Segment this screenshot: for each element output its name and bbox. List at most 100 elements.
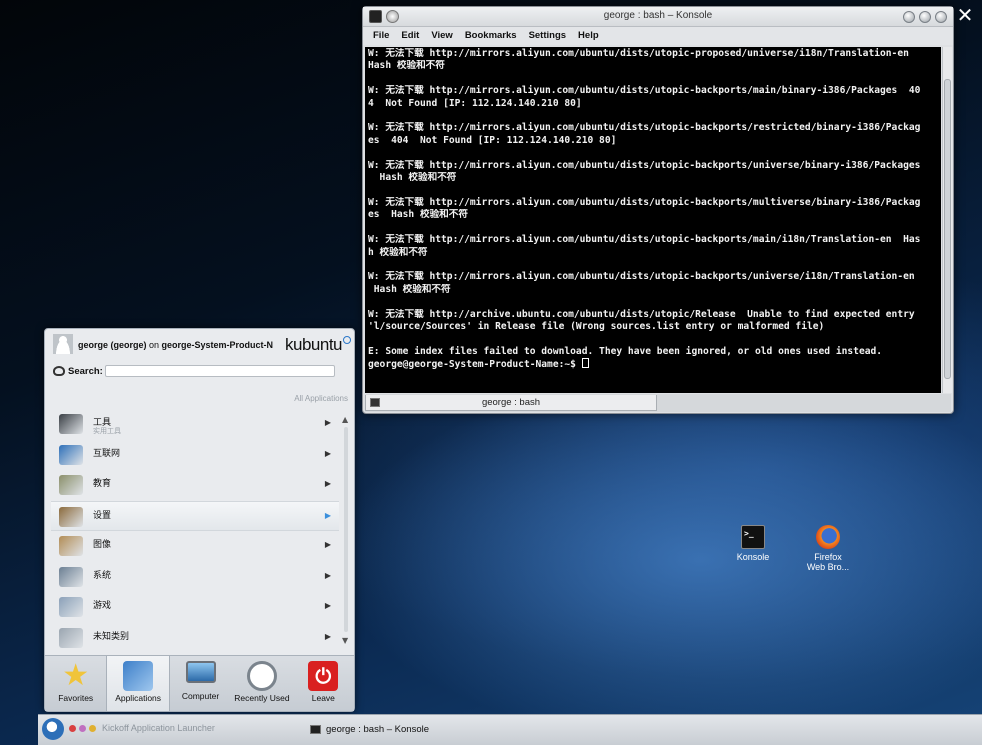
scroll-down-icon[interactable]: ▼ — [342, 636, 348, 645]
tab-favorites[interactable]: ★ Favorites — [45, 656, 106, 711]
unknown-category-icon — [59, 627, 83, 648]
menu-file[interactable]: File — [367, 27, 395, 45]
terminal-scrollbar[interactable] — [942, 47, 952, 393]
category-item[interactable]: 游戏 ▶ — [51, 592, 339, 623]
education-icon — [59, 475, 83, 495]
category-item[interactable]: 设置 ▶ — [51, 500, 339, 531]
recent-clock-icon — [246, 661, 277, 691]
chevron-right-icon: ▶ — [324, 418, 331, 427]
chevron-right-icon: ▶ — [324, 479, 331, 488]
user-name: george (george) — [78, 340, 147, 350]
kubuntu-emblem-icon — [343, 336, 351, 344]
system-icon — [59, 566, 83, 587]
terminal-line: W: 无法下载 http://mirrors.aliyun.com/ubuntu… — [368, 271, 915, 283]
category-label: 设置 — [93, 509, 112, 520]
desktop-konsole-label: Konsole — [736, 552, 770, 562]
star-icon: ★ — [62, 659, 90, 692]
category-item[interactable]: 互联网 ▶ — [51, 440, 339, 471]
taskbar-tooltip-text: Kickoff Application Launcher — [102, 723, 215, 733]
desktop-firefox-label-2: Web Bro... — [806, 562, 850, 572]
kickoff-menu-icon[interactable] — [42, 718, 64, 740]
terminal-icon: >_ — [741, 525, 765, 549]
tab-recently-used-label: Recently Used — [234, 693, 290, 703]
category-label: 未知类别 — [93, 630, 130, 641]
desktop-pager-dot[interactable] — [89, 725, 96, 732]
terminal-line: W: 无法下载 http://mirrors.aliyun.com/ubuntu… — [368, 196, 921, 208]
tab-applications[interactable]: Applications — [106, 656, 170, 711]
terminal-line: W: 无法下载 http://mirrors.aliyun.com/ubuntu… — [368, 159, 921, 171]
terminal-line: h 校验和不符 — [368, 246, 428, 258]
category-item[interactable]: 未知类别 ▶ — [51, 623, 339, 654]
category-item[interactable]: 系统 ▶ — [51, 562, 339, 593]
terminal-line: W: 无法下载 http://mirrors.aliyun.com/ubuntu… — [368, 122, 921, 134]
help-icon[interactable] — [903, 11, 915, 23]
desktop-firefox[interactable]: Firefox Web Bro... — [793, 525, 863, 572]
category-item[interactable]: 图像 ▶ — [51, 531, 339, 562]
terminal-cursor — [581, 358, 589, 369]
taskbar: Kickoff Application Launcher george : ba… — [38, 714, 982, 745]
task-konsole-label: george : bash – Konsole — [326, 724, 429, 735]
kickoff-launcher: george (george) on george-System-Product… — [44, 328, 355, 712]
utilities-icon — [59, 414, 83, 434]
menu-help[interactable]: Help — [572, 27, 605, 45]
category-sublabel: 实用工具 — [93, 428, 121, 435]
list-header: All Applications — [294, 394, 348, 403]
konsole-tabbar: george : bash — [365, 394, 951, 412]
desktop-pager[interactable] — [69, 725, 96, 732]
menu-view[interactable]: View — [425, 27, 458, 45]
launcher-header: george (george) on george-System-Product… — [45, 329, 354, 359]
tab-recently-used[interactable]: Recently Used — [231, 656, 292, 711]
host-name: george-System-Product-N — [161, 340, 274, 350]
menu-settings[interactable]: Settings — [523, 27, 572, 45]
application-category-list: 工具 实用工具 ▶ 互联网 ▶ 教育 ▶ 设置 ▶ 图像 ▶ 系统 ▶ 游戏 ▶ 未知类别 ▶ — [51, 409, 339, 653]
tab-computer-label: Computer — [181, 691, 220, 701]
internet-globe-icon — [59, 444, 83, 465]
terminal-output[interactable]: W: 无法下载 http://mirrors.aliyun.com/ubuntu… — [365, 47, 941, 393]
terminal-line: es 404 Not Found [IP: 112.124.140.210 80… — [368, 134, 617, 146]
desktop-konsole[interactable]: >_ Konsole — [718, 525, 788, 562]
desktop-pager-dot[interactable] — [69, 725, 76, 732]
terminal-line: 'l/source/Sources' in Release file (Wron… — [368, 320, 825, 332]
konsole-window: george : bash – Konsole File Edit View B… — [362, 6, 954, 414]
terminal-line: W: 无法下载 http://mirrors.aliyun.com/ubuntu… — [368, 234, 921, 246]
search-input[interactable] — [105, 365, 335, 377]
terminal-tab-icon — [370, 398, 380, 407]
menu-edit[interactable]: Edit — [395, 27, 425, 45]
konsole-titlebar[interactable]: george : bash – Konsole — [363, 7, 953, 27]
category-item[interactable]: 教育 ▶ — [51, 470, 339, 501]
chevron-right-icon: ▶ — [324, 448, 331, 458]
desktop-pager-dot[interactable] — [79, 725, 86, 732]
category-item[interactable]: 工具 实用工具 ▶ — [51, 409, 339, 440]
chevron-right-icon: ▶ — [324, 540, 331, 549]
search-label: Search: — [68, 366, 103, 377]
menu-bookmarks[interactable]: Bookmarks — [459, 27, 523, 45]
tab-favorites-label: Favorites — [58, 693, 94, 703]
tab-computer[interactable]: Computer — [170, 656, 231, 711]
minimize-icon[interactable] — [919, 11, 931, 23]
leave-power-icon: ⏻ — [308, 661, 339, 691]
menubar: File Edit View Bookmarks Settings Help — [363, 27, 953, 45]
scroll-up-icon[interactable]: ▲ — [342, 415, 348, 424]
launcher-tabs: ★ Favorites Applications Computer Recent… — [45, 655, 354, 711]
task-konsole[interactable]: george : bash – Konsole — [308, 719, 439, 741]
desktop-firefox-label-1: Firefox — [814, 552, 842, 562]
terminal-line: Hash 校验和不符 — [368, 283, 451, 295]
close-icon[interactable]: ✕ — [954, 4, 976, 26]
terminal-line: Hash 校验和不符 — [368, 60, 445, 72]
tab-george-bash[interactable]: george : bash — [365, 395, 657, 411]
search-row: Search: — [53, 364, 347, 380]
launcher-scrollbar[interactable]: ▲ ▼ — [342, 415, 350, 645]
terminal-line: george@george-System-Product-Name:~$ — [368, 358, 938, 371]
terminal-line: Hash 校验和不符 — [368, 172, 457, 184]
close-window-icon[interactable] — [935, 11, 947, 23]
tab-leave[interactable]: ⏻ Leave — [293, 656, 354, 711]
category-label: 互联网 — [93, 447, 121, 458]
